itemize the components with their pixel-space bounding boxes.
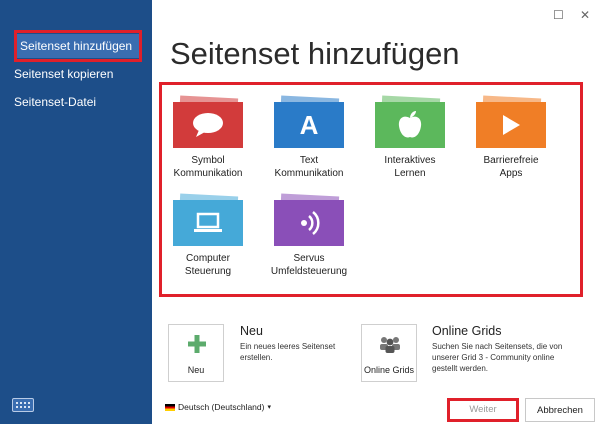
plus-icon <box>188 335 206 358</box>
online-grids-button-label: Online Grids <box>363 365 415 375</box>
online-card-description-line: unserer Grid 3 - Community online <box>432 353 555 362</box>
play-icon <box>476 102 546 148</box>
chevron-down-icon: ▾ <box>267 404 271 411</box>
maximize-icon[interactable]: ☐ <box>553 8 564 22</box>
tile-label: Umfeldsteuerung <box>270 266 348 277</box>
tile-label: Steuerung <box>184 266 232 277</box>
next-button[interactable]: Weiter <box>447 398 519 422</box>
tile-label: Kommunikation <box>173 168 243 179</box>
letter-a-icon: A <box>274 102 344 148</box>
sidebar-item-label: Seitenset kopieren <box>14 67 114 81</box>
tile-label: Servus <box>293 253 325 264</box>
sidebar-item-pageset-file[interactable]: Seitenset-Datei <box>10 90 96 114</box>
online-card-description-line: gestellt werden. <box>432 364 489 373</box>
apple-icon <box>375 102 445 148</box>
page-title: Seitenset hinzufügen <box>170 36 460 71</box>
tile-accessible-apps[interactable]: Barrierefreie Apps <box>471 95 551 180</box>
new-card-description: Ein neues leeres Seitenset erstellen. <box>240 341 335 363</box>
tile-servus-environment-control[interactable]: Servus Umfeldsteuerung <box>269 193 349 278</box>
sidebar: Seitenset hinzufügen Seitenset kopieren … <box>0 0 152 424</box>
tile-interactive-learning[interactable]: Interaktives Lernen <box>370 95 450 180</box>
sidebar-item-label: Seitenset-Datei <box>14 95 97 109</box>
online-card-title: Online Grids <box>432 324 502 338</box>
wireless-signal-icon <box>274 200 344 246</box>
close-icon[interactable]: ✕ <box>580 8 590 22</box>
new-card-description-line: erstellen. <box>240 353 273 362</box>
selection-highlight <box>14 30 142 62</box>
new-button-label: Neu <box>187 365 205 375</box>
add-pageset-dialog: Seitenset hinzufügen Seitenset kopieren … <box>0 0 599 424</box>
language-selected-value: Deutsch (Deutschland) <box>178 402 265 412</box>
online-grids-button[interactable]: Online Grids <box>361 324 417 382</box>
tile-label: Barrierefreie Apps <box>483 155 539 179</box>
german-flag-icon <box>165 403 175 411</box>
tile-symbol-communication[interactable]: Symbol Kommunikation <box>168 95 248 180</box>
cancel-button[interactable]: Abbrechen <box>525 398 595 422</box>
speech-bubble-icon <box>173 102 243 148</box>
tile-label: Interaktives Lernen <box>384 155 436 179</box>
tile-label: Computer <box>186 253 230 264</box>
online-card-description: Suchen Sie nach Seitensets, die von unse… <box>432 341 562 374</box>
tile-label: Text <box>299 155 319 166</box>
sidebar-item-copy-pageset[interactable]: Seitenset kopieren <box>10 62 113 86</box>
tile-label: Symbol <box>191 155 225 166</box>
tile-computer-control[interactable]: Computer Steuerung <box>168 193 248 278</box>
tile-text-communication[interactable]: A Text Kommunikation <box>269 95 349 180</box>
new-card-description-line: Ein neues leeres Seitenset <box>240 342 336 351</box>
community-icon <box>379 335 401 358</box>
laptop-icon <box>173 200 243 246</box>
new-card-title: Neu <box>240 324 263 338</box>
tile-label: Kommunikation <box>274 168 344 179</box>
keyboard-icon[interactable] <box>12 398 34 412</box>
online-card-description-line: Suchen Sie nach Seitensets, die von <box>432 342 563 351</box>
language-dropdown[interactable]: Deutsch (Deutschland) ▾ <box>165 402 271 412</box>
new-pageset-button[interactable]: Neu <box>168 324 224 382</box>
